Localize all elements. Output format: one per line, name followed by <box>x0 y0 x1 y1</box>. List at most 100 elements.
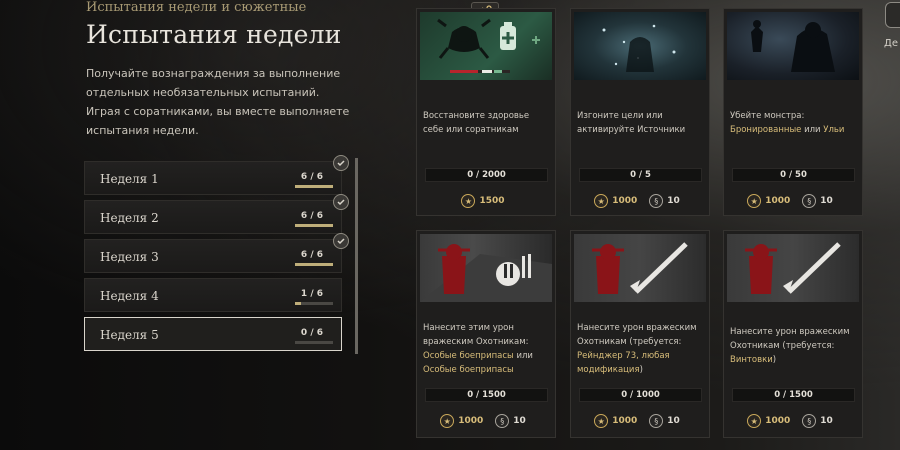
monster-illustration-icon <box>727 12 859 80</box>
week-progress-fill <box>295 263 333 266</box>
rifle-damage-illustration-icon <box>574 234 706 302</box>
challenge-description: Нанесите урон вражеским Охотникам (требу… <box>730 325 858 367</box>
scroll-coin-icon: § <box>802 414 817 428</box>
week-label: Неделя 4 <box>100 289 159 303</box>
star-medal-icon: ★ <box>747 194 762 208</box>
corner-menu-button[interactable] <box>885 2 900 28</box>
challenge-card-special-ammo[interactable]: Нанесите этим урон вражеским Охотникам: … <box>416 230 556 438</box>
desc-highlight: Бронированные <box>730 125 802 135</box>
week-item-3[interactable]: Неделя 3 6 / 6 <box>84 233 349 273</box>
desc-suffix: ) <box>639 365 643 375</box>
banish-illustration-icon <box>574 12 706 80</box>
rewards-row: ★ 1000 § 10 <box>724 192 864 210</box>
rifle-damage-illustration-icon <box>727 234 859 302</box>
check-icon <box>333 233 349 249</box>
desc-suffix: ) <box>772 355 777 365</box>
scroll-coin-icon: § <box>495 414 510 428</box>
challenge-progress: 0 / 1500 <box>425 388 548 402</box>
star-medal-icon: ★ <box>461 194 476 208</box>
rewards-row: ★ 1000 § 10 <box>571 412 711 430</box>
desc-mid: или <box>801 125 824 135</box>
rewards-row: ★ 1000 § 10 <box>417 412 557 430</box>
heal-illustration-icon <box>420 12 552 80</box>
rewards-row: ★ 1500 <box>417 192 557 210</box>
week-label: Неделя 3 <box>100 250 159 264</box>
week-progress-text: 0 / 6 <box>300 328 323 338</box>
week-item-5[interactable]: Неделя 5 0 / 6 <box>84 317 342 351</box>
challenge-progress: 0 / 2000 <box>425 168 548 182</box>
xp-reward: 1500 <box>479 196 505 206</box>
desc-prefix: Нанесите этим урон вражеским Охотникам: <box>423 323 529 347</box>
week-progress-bar <box>295 185 333 188</box>
desc-prefix: Нанесите урон вражеским Охотникам (требу… <box>730 327 850 351</box>
challenge-progress: 0 / 1500 <box>732 388 855 402</box>
desc-highlight: Особые боеприпасы <box>423 351 514 361</box>
week-progress-bar <box>295 224 333 227</box>
breadcrumb: Испытания недели и сюжетные <box>86 0 307 15</box>
week-label: Неделя 5 <box>100 328 159 342</box>
scroll-coin-icon: § <box>649 194 664 208</box>
challenge-progress: 0 / 1000 <box>579 388 702 402</box>
blood-bond-reward: 10 <box>513 416 526 426</box>
week-item-1[interactable]: Неделя 1 6 / 6 <box>84 155 349 195</box>
check-icon <box>333 194 349 210</box>
rewards-row: ★ 1000 § 10 <box>724 412 864 430</box>
desc-highlight: Винтовки <box>730 355 773 365</box>
xp-reward: 1000 <box>765 416 791 426</box>
ammo-damage-illustration-icon <box>420 234 552 302</box>
desc-highlight: Ульи <box>823 125 845 135</box>
week-progress-text: 6 / 6 <box>300 172 323 182</box>
week-progress-fill <box>295 185 333 188</box>
challenge-description: Нанесите этим урон вражеским Охотникам: … <box>423 321 551 377</box>
challenge-progress: 0 / 50 <box>732 168 855 182</box>
scroll-coin-icon: § <box>649 414 664 428</box>
page-title: Испытания недели <box>86 20 342 49</box>
challenge-card-ranger[interactable]: Нанесите урон вражеским Охотникам (требу… <box>570 230 710 438</box>
week-label: Неделя 2 <box>100 211 159 225</box>
blood-bond-reward: 10 <box>820 416 833 426</box>
challenge-description: Нанесите урон вражеским Охотникам (требу… <box>577 321 705 377</box>
scrollbar-thumb[interactable] <box>355 158 358 354</box>
blood-bond-reward: 10 <box>667 416 680 426</box>
week-label: Неделя 1 <box>100 172 159 186</box>
scroll-coin-icon: § <box>802 194 817 208</box>
xp-reward: 1000 <box>458 416 484 426</box>
xp-reward: 1000 <box>765 196 791 206</box>
challenge-card-banish[interactable]: Изгоните цели или активируйте Источники … <box>570 8 710 216</box>
challenge-card-heal[interactable]: Восстановите здоровье себе или соратника… <box>416 8 556 216</box>
blood-bond-reward: 10 <box>667 196 680 206</box>
desc-prefix: Нанесите урон вражеским Охотникам (требу… <box>577 323 697 347</box>
desc-prefix: Убейте монстра: <box>730 111 805 121</box>
challenge-card-kill-monster[interactable]: Убейте монстра: Бронированные или Ульи 0… <box>723 8 863 216</box>
week-progress-bar <box>295 341 333 344</box>
star-medal-icon: ★ <box>594 194 609 208</box>
week-item-4[interactable]: Неделя 4 1 / 6 <box>84 278 342 312</box>
week-progress-fill <box>295 302 302 305</box>
week-progress-text: 6 / 6 <box>300 211 323 221</box>
check-icon <box>333 155 349 171</box>
blood-bond-reward: 10 <box>820 196 833 206</box>
corner-label: Дe <box>884 38 898 49</box>
challenge-progress: 0 / 5 <box>579 168 702 182</box>
page-description: Получайте вознаграждения за выполнение о… <box>86 67 350 137</box>
xp-reward: 1000 <box>612 416 638 426</box>
week-progress-bar <box>295 263 333 266</box>
star-medal-icon: ★ <box>594 414 609 428</box>
week-progress-fill <box>295 224 333 227</box>
challenge-description: Изгоните цели или активируйте Источники <box>577 111 686 135</box>
week-item-2[interactable]: Неделя 2 6 / 6 <box>84 194 349 234</box>
rewards-row: ★ 1000 § 10 <box>571 192 711 210</box>
star-medal-icon: ★ <box>440 414 455 428</box>
week-progress-text: 1 / 6 <box>300 289 323 299</box>
desc-mid: или <box>513 351 533 361</box>
week-progress-bar <box>295 302 333 305</box>
challenge-description: Восстановите здоровье себе или соратника… <box>423 111 530 135</box>
challenge-description: Убейте монстра: Бронированные или Ульи <box>730 109 858 137</box>
challenge-card-rifles[interactable]: Нанесите урон вражеским Охотникам (требу… <box>723 230 863 438</box>
xp-reward: 1000 <box>612 196 638 206</box>
desc-highlight: Особые боеприпасы <box>423 365 514 375</box>
week-progress-text: 6 / 6 <box>300 250 323 260</box>
star-medal-icon: ★ <box>747 414 762 428</box>
desc-highlight: Рейнджер 73, любая модификация <box>577 351 670 375</box>
week-list: Неделя 1 6 / 6 Неделя 2 6 / 6 Неделя 3 6… <box>84 155 349 356</box>
